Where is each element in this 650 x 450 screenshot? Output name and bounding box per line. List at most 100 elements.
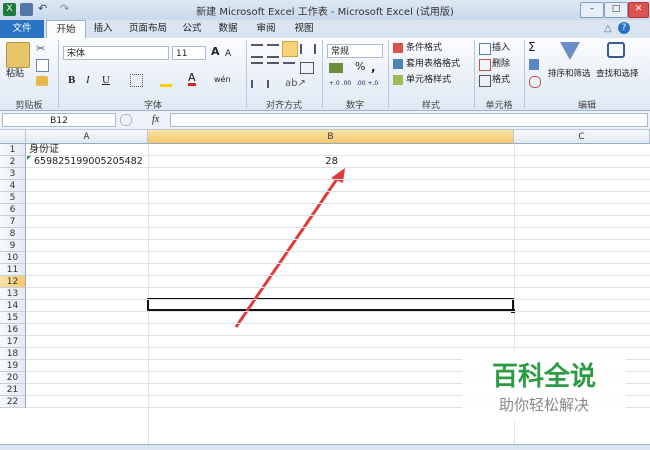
row-header-13[interactable]: 13 [0,288,26,300]
merge-center-icon[interactable] [300,62,314,74]
decrease-indent-icon[interactable] [251,80,265,88]
row-header-14[interactable]: 14 [0,300,26,312]
row-header-4[interactable]: 4 [0,180,26,192]
gridline [26,323,650,324]
percent-button[interactable]: % [355,61,365,73]
italic-button[interactable]: I [86,74,90,86]
row-header-10[interactable]: 10 [0,252,26,264]
tab-view[interactable]: 视图 [290,20,318,38]
formula-input[interactable] [170,113,648,127]
cut-icon[interactable]: ✂ [36,42,45,55]
format-as-table-icon [393,59,403,69]
increase-indent-icon[interactable] [267,80,281,88]
row-header-17[interactable]: 17 [0,336,26,348]
border-icon[interactable] [130,74,143,87]
tab-insert[interactable]: 插入 [88,20,118,38]
clipboard-group-label: 剪贴板 [15,101,43,111]
align-middle-icon[interactable] [267,44,279,58]
minimize-button[interactable]: – [580,2,604,18]
row-header-9[interactable]: 9 [0,240,26,252]
row-header-3[interactable]: 3 [0,168,26,180]
row-header-12[interactable]: 12 [0,276,26,288]
formula-cancel-icon[interactable] [120,114,132,126]
shrink-font-button[interactable]: A [225,48,231,60]
insert-function-button[interactable]: fx [152,114,159,125]
align-center-icon[interactable] [267,62,279,74]
comma-button[interactable]: , [371,61,376,73]
row-header-7[interactable]: 7 [0,216,26,228]
insert-cells-button[interactable]: 插入 [492,42,510,54]
tab-formulas[interactable]: 公式 [178,20,206,38]
conditional-format-icon [393,43,403,53]
tab-page-layout[interactable]: 页面布局 [124,20,172,38]
gridline [26,287,650,288]
row-header-16[interactable]: 16 [0,324,26,336]
row-header-18[interactable]: 18 [0,348,26,360]
font-size-select[interactable]: 11 [172,46,206,60]
fill-icon[interactable] [529,59,539,70]
phonetic-button[interactable]: wén [214,74,231,86]
delete-cells-button[interactable]: 删除 [492,58,510,70]
copy-icon[interactable] [36,59,49,72]
name-box[interactable]: B12 [2,113,116,127]
tab-review[interactable]: 审阅 [252,20,280,38]
row-header-1[interactable]: 1 [0,144,26,156]
maximize-button[interactable]: □ [604,2,628,18]
format-painter-icon[interactable] [36,76,48,86]
help-icon[interactable]: ? [618,22,630,34]
fill-color-icon[interactable] [160,74,172,87]
gridline [26,215,650,216]
paste-button[interactable]: 粘贴 [6,68,24,80]
clear-icon[interactable] [529,76,541,88]
font-name-select[interactable]: 宋体 [63,46,169,60]
tab-home[interactable]: 开始 [46,20,86,39]
number-format-select[interactable]: 常规 [327,44,383,58]
row-header-20[interactable]: 20 [0,372,26,384]
align-right-icon[interactable] [283,62,295,74]
formula-bar: B12 fx [0,111,650,130]
font-color-button[interactable]: A [188,72,196,86]
row-header-19[interactable]: 19 [0,360,26,372]
tab-data[interactable]: 数据 [214,20,242,38]
wrap-text-icon[interactable] [300,44,316,54]
autosum-button[interactable]: Σ [528,41,536,53]
format-as-table-button[interactable]: 套用表格格式 [406,58,460,70]
row-header-11[interactable]: 11 [0,264,26,276]
underline-button[interactable]: U [102,74,110,86]
gridline [26,155,650,156]
row-header-8[interactable]: 8 [0,228,26,240]
increase-decimal-button[interactable]: +.0 .00 [329,78,351,90]
row-header-5[interactable]: 5 [0,192,26,204]
align-left-icon[interactable] [251,62,263,74]
insert-cells-icon [479,43,491,55]
cell-styles-button[interactable]: 单元格样式 [406,74,451,86]
row-header-22[interactable]: 22 [0,396,26,408]
row-header-15[interactable]: 15 [0,312,26,324]
bold-button[interactable]: B [68,74,75,86]
sort-filter-button[interactable]: 排序和筛选 [548,68,591,80]
row-header-2[interactable]: 2 [0,156,26,168]
delete-cells-icon [479,59,491,71]
align-top-icon[interactable] [251,44,263,58]
ribbon-collapse-icon[interactable]: △ [604,23,612,34]
paste-icon[interactable] [6,42,30,68]
number-group-label: 数字 [345,101,364,111]
orientation-icon[interactable]: ab↗ [285,78,306,89]
decrease-decimal-button[interactable]: .00 +.0 [356,78,378,90]
find-select-icon [607,42,625,58]
styles-group-label: 样式 [421,101,440,111]
grow-font-button[interactable]: A [211,46,220,58]
gridline [26,335,650,336]
row-header-21[interactable]: 21 [0,384,26,396]
gridline [26,251,650,252]
row-header-6[interactable]: 6 [0,204,26,216]
gridline [26,299,650,300]
currency-icon[interactable] [329,63,343,73]
gridline [26,191,650,192]
find-select-button[interactable]: 查找和选择 [596,68,639,80]
conditional-format-button[interactable]: 条件格式 [406,42,442,54]
tab-file[interactable]: 文件 [0,20,44,38]
format-cells-button[interactable]: 格式 [492,74,510,86]
align-bottom-icon[interactable] [282,41,298,57]
close-button[interactable]: ✕ [628,2,649,18]
